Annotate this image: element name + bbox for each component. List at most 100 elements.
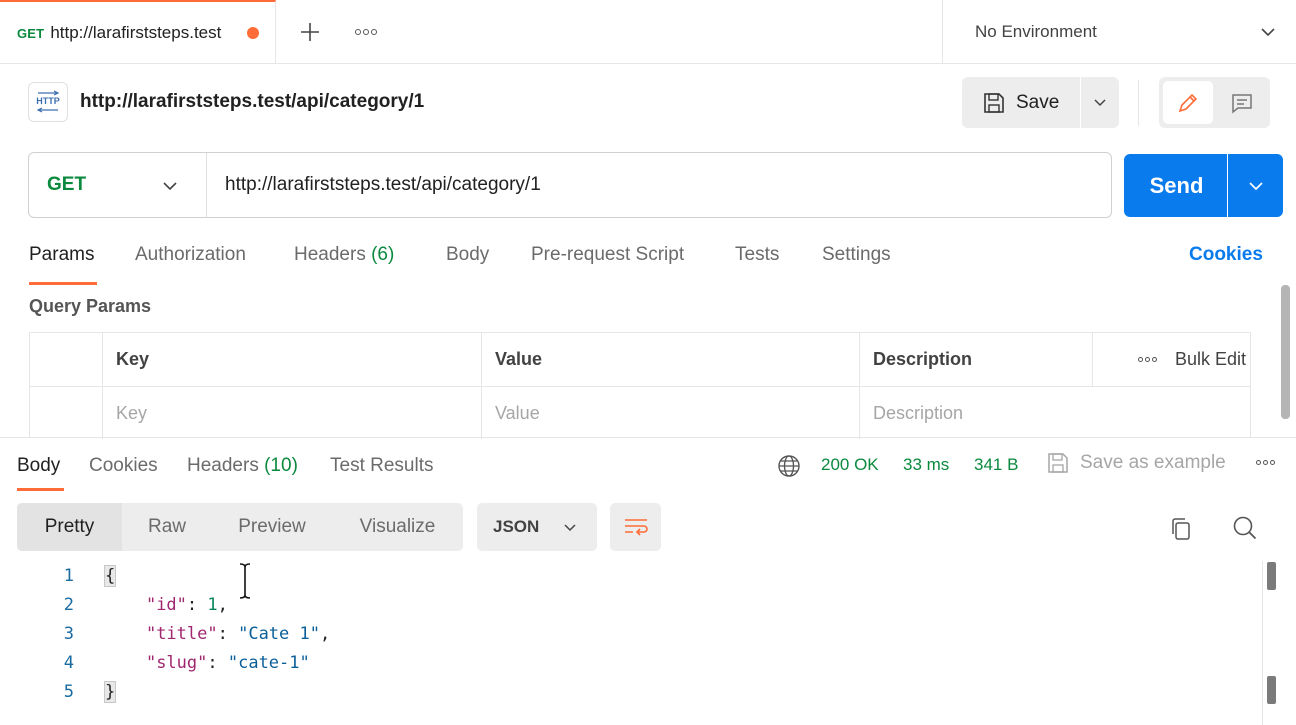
param-key-input[interactable]: Key — [103, 387, 481, 439]
params-table: Key Value Description Bulk Edit Key Valu… — [29, 332, 1251, 439]
environment-selector[interactable]: No Environment — [942, 0, 1296, 64]
tab-authorization[interactable]: Authorization — [135, 244, 246, 266]
code-line: 5 } — [0, 677, 1262, 706]
tab-label: Headers — [294, 244, 366, 265]
bulk-edit-button[interactable]: Bulk Edit — [1120, 333, 1250, 386]
tab-label: Params — [29, 244, 95, 265]
chevron-down-icon — [1094, 98, 1106, 106]
new-tab-plus-icon[interactable] — [296, 16, 324, 48]
view-pretty[interactable]: Pretty — [17, 503, 122, 551]
wrap-lines-icon — [624, 519, 648, 536]
method-label: GET — [47, 174, 87, 195]
chevron-down-icon — [1261, 28, 1275, 37]
view-preview[interactable]: Preview — [212, 503, 332, 551]
save-label: Save — [1016, 91, 1060, 113]
json-value: "cate-1" — [227, 652, 310, 673]
line-number: 4 — [63, 652, 74, 673]
tab-tests[interactable]: Tests — [735, 244, 779, 266]
response-size[interactable]: 341 B — [974, 455, 1018, 475]
code-line: 4 "slug": "cate-1" — [0, 648, 1262, 677]
chevron-down-icon — [564, 524, 576, 532]
request-tab[interactable]: GET http://larafirststeps.test — [0, 0, 276, 64]
edit-mode-button[interactable] — [1163, 81, 1213, 124]
send-options-button[interactable] — [1228, 154, 1283, 217]
view-mode-segmented: Pretty Raw Preview Visualize — [17, 503, 463, 551]
response-time[interactable]: 33 ms — [903, 455, 949, 475]
tab-label: Authorization — [135, 244, 246, 265]
tab-title: http://larafirststeps.test — [50, 23, 222, 42]
tab-params[interactable]: Params — [29, 244, 94, 266]
tab-settings[interactable]: Settings — [822, 244, 891, 266]
tab-label: Settings — [822, 244, 891, 265]
url-input[interactable] — [225, 153, 1085, 217]
tab-method: GET — [17, 25, 45, 41]
code-text: "slug": "cate-1" — [145, 652, 310, 673]
status-code[interactable]: 200 OK — [821, 455, 879, 475]
line-number: 1 — [63, 565, 74, 586]
request-scrollbar[interactable] — [1281, 285, 1290, 419]
code-text: "title": "Cate 1", — [145, 623, 331, 644]
cookies-link[interactable]: Cookies — [1189, 244, 1263, 266]
pencil-icon — [1178, 93, 1198, 112]
environment-label: No Environment — [975, 22, 1097, 41]
active-tab-indicator — [29, 282, 97, 285]
tab-label: Body — [17, 455, 61, 476]
comments-button[interactable] — [1217, 81, 1267, 124]
save-button[interactable]: Save — [962, 77, 1080, 128]
text-cursor-icon — [239, 563, 251, 599]
json-key: "id" — [145, 594, 187, 615]
method-select[interactable]: GET — [29, 153, 207, 217]
view-raw[interactable]: Raw — [122, 503, 212, 551]
json-key: "slug" — [145, 652, 208, 673]
tab-label: Tests — [735, 244, 780, 265]
save-as-example-button[interactable]: Save as example — [1046, 451, 1226, 475]
code-line: 3 "title": "Cate 1", — [0, 619, 1262, 648]
comment-icon — [1232, 93, 1252, 114]
response-tab-body[interactable]: Body — [17, 455, 60, 477]
editor-scrollbar[interactable] — [1267, 562, 1276, 590]
tab-label: Pre-request Script — [531, 244, 685, 265]
tab-pre-request-script[interactable]: Pre-request Script — [531, 244, 684, 266]
headers-count: (6) — [371, 244, 395, 265]
json-value: "Cate 1" — [238, 623, 320, 644]
url-bar: GET — [28, 152, 1112, 218]
search-icon[interactable] — [1232, 515, 1258, 541]
save-options-button[interactable] — [1081, 77, 1119, 128]
globe-icon[interactable] — [777, 454, 801, 478]
chevron-down-icon — [163, 182, 177, 191]
code-text: } — [103, 680, 117, 703]
copy-icon[interactable] — [1169, 516, 1193, 542]
editor-scroll-track — [1262, 561, 1263, 725]
code-text: "id": 1, — [145, 594, 228, 615]
tab-label: Cookies — [89, 455, 158, 476]
code-line: 1 { — [0, 561, 1262, 590]
format-label: JSON — [493, 517, 540, 536]
tab-headers[interactable]: Headers (6) — [294, 244, 394, 266]
wrap-lines-button[interactable] — [610, 503, 661, 551]
response-divider[interactable] — [0, 437, 1296, 438]
column-header-description: Description — [873, 349, 973, 369]
json-key: "title" — [145, 623, 218, 644]
response-tab-headers[interactable]: Headers (10) — [187, 455, 298, 477]
request-title[interactable]: http://larafirststeps.test/api/category/… — [80, 91, 424, 113]
editor-scrollbar-marker[interactable] — [1267, 676, 1276, 704]
tab-bar: GET http://larafirststeps.test No Enviro… — [0, 0, 1296, 64]
column-header-key: Key — [116, 349, 150, 369]
line-number: 5 — [63, 681, 74, 702]
column-divider — [1092, 333, 1093, 386]
bulk-edit-label: Bulk Edit — [1175, 349, 1247, 369]
response-tab-test-results[interactable]: Test Results — [330, 455, 433, 477]
view-visualize[interactable]: Visualize — [332, 503, 463, 551]
save-example-label: Save as example — [1080, 452, 1226, 473]
param-value-input[interactable]: Value — [482, 387, 859, 439]
response-tab-cookies[interactable]: Cookies — [89, 455, 158, 477]
response-body-editor[interactable]: 1 { 2 "id": 1, 3 "title": "Cate 1", 4 "s… — [0, 561, 1262, 725]
more-options-icon — [1138, 357, 1157, 362]
format-select[interactable]: JSON — [477, 503, 597, 551]
tab-body[interactable]: Body — [446, 244, 489, 266]
more-tabs-icon[interactable] — [352, 22, 380, 42]
send-button[interactable]: Send — [1124, 154, 1227, 217]
line-number: 2 — [63, 594, 74, 615]
param-description-input[interactable]: Description — [860, 387, 1250, 439]
more-options-icon[interactable] — [1256, 460, 1275, 465]
